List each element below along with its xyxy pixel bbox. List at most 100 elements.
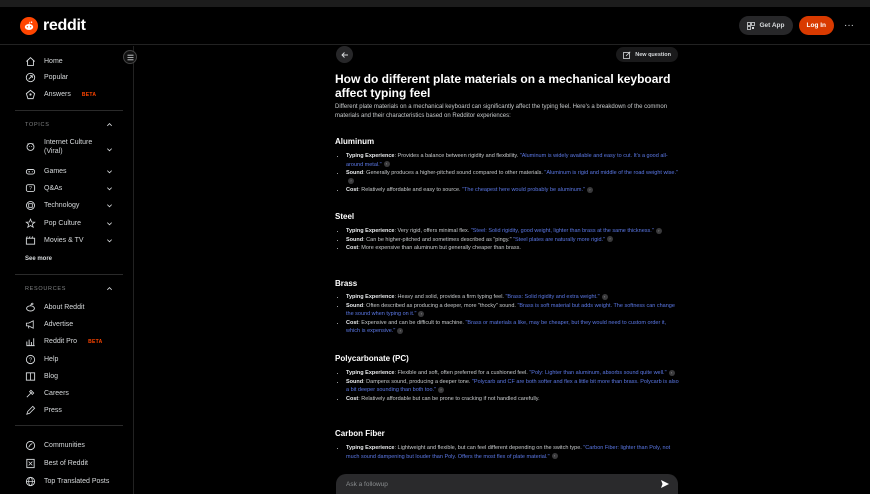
source-ref-icon[interactable]: › bbox=[383, 161, 390, 168]
quote-link[interactable]: "The cheapest here would probably be alu… bbox=[462, 187, 585, 193]
quote-link[interactable]: "Steel: Solid rigidity, good weight, lig… bbox=[471, 228, 654, 234]
new-question-button[interactable]: New question bbox=[616, 47, 678, 62]
source-ref-icon[interactable]: › bbox=[348, 178, 354, 185]
list-item: Typing Experience: Flexible and soft, of… bbox=[346, 369, 679, 378]
sidebar-item-games[interactable]: Games bbox=[25, 166, 67, 177]
material-points-list: Typing Experience: Heavy and solid, prov… bbox=[346, 293, 679, 336]
point-label: Sound bbox=[346, 170, 364, 176]
sidebar-divider bbox=[15, 110, 123, 111]
sidebar-item-movies-tv[interactable]: Movies & TV bbox=[25, 235, 84, 246]
followup-placeholder: Ask a followup bbox=[346, 480, 388, 488]
list-item: Typing Experience: Very rigid, offers mi… bbox=[346, 227, 679, 236]
hamburger-icon bbox=[127, 54, 133, 60]
chevron-down-icon[interactable] bbox=[106, 168, 113, 175]
sidebar-item-qas[interactable]: ? Q&As bbox=[25, 183, 62, 194]
reddit-logo[interactable]: reddit bbox=[20, 16, 86, 35]
sidebar-item-communities[interactable]: Communities bbox=[25, 440, 85, 451]
advertise-icon bbox=[25, 320, 34, 329]
sidebar-item-label: Top Translated Posts bbox=[44, 478, 110, 485]
material-heading: Brass bbox=[335, 279, 358, 288]
collapse-sidebar-button[interactable] bbox=[123, 50, 137, 64]
source-ref-icon[interactable]: › bbox=[668, 369, 675, 376]
point-label: Typing Experience bbox=[346, 153, 395, 159]
send-icon[interactable] bbox=[660, 479, 670, 489]
login-label: Log In bbox=[806, 22, 827, 29]
sidebar-item-about-reddit[interactable]: About Reddit bbox=[25, 302, 84, 313]
login-button[interactable]: Log In bbox=[798, 16, 834, 35]
sidebar-item-reddit-pro[interactable]: Reddit Pro BETA bbox=[25, 336, 103, 347]
top-header: reddit Get App Log In ··· bbox=[0, 7, 870, 45]
material-points-list: Typing Experience: Flexible and soft, of… bbox=[346, 369, 679, 403]
material-points-list: Typing Experience: Lightweight and flexi… bbox=[346, 444, 679, 461]
sidebar-divider bbox=[15, 274, 123, 275]
list-item: Typing Experience: Heavy and solid, prov… bbox=[346, 293, 679, 302]
see-more-link[interactable]: See more bbox=[25, 256, 52, 262]
sidebar-item-top-translated-posts[interactable]: Top Translated Posts bbox=[25, 476, 109, 487]
new-question-label: New question bbox=[635, 51, 671, 58]
chevron-down-icon[interactable] bbox=[106, 146, 113, 153]
compose-icon bbox=[623, 51, 631, 59]
chevron-down-icon[interactable] bbox=[106, 185, 113, 192]
list-item: Sound: Often described as producing a de… bbox=[346, 302, 679, 319]
sidebar-item-advertise[interactable]: Advertise bbox=[25, 319, 73, 330]
more-options-button[interactable]: ··· bbox=[840, 20, 858, 31]
back-button[interactable] bbox=[336, 46, 353, 63]
quote-link[interactable]: "Poly: Lighter than aluminum, absorbs so… bbox=[529, 370, 666, 376]
point-text: : Expensive and can be difficult to mach… bbox=[358, 319, 466, 326]
sidebar-item-popular[interactable]: Popular bbox=[25, 72, 68, 83]
source-ref-icon[interactable]: › bbox=[601, 293, 608, 300]
sidebar-item-best-of-reddit[interactable]: Best of Reddit bbox=[25, 458, 88, 469]
sidebar-item-technology[interactable]: Technology bbox=[25, 200, 79, 211]
sidebar-item-label: Internet Culture (Viral) bbox=[44, 139, 93, 155]
sidebar-item-label: Pop Culture bbox=[44, 220, 81, 227]
quote-link[interactable]: "Brass: Solid rigidity and extra weight.… bbox=[505, 294, 599, 300]
source-ref-icon[interactable]: › bbox=[397, 327, 404, 334]
movies-icon bbox=[25, 236, 36, 245]
more-icon: ··· bbox=[844, 20, 854, 31]
reddit-wordmark: reddit bbox=[43, 16, 86, 34]
point-label: Cost bbox=[346, 187, 359, 193]
followup-input[interactable]: Ask a followup bbox=[336, 474, 678, 494]
chevron-down-icon[interactable] bbox=[106, 202, 113, 209]
material-points-list: Typing Experience: Provides a balance be… bbox=[346, 152, 679, 195]
source-ref-icon[interactable]: › bbox=[586, 186, 593, 193]
reddit-pro-icon bbox=[26, 338, 35, 347]
answer-intro: Different plate materials on a mechanica… bbox=[335, 104, 668, 119]
source-ref-icon[interactable]: › bbox=[438, 386, 445, 393]
sidebar-item-help[interactable]: ? Help bbox=[25, 354, 58, 365]
sidebar-item-press[interactable]: Press bbox=[25, 405, 62, 416]
list-item: Cost: Expensive and can be difficult to … bbox=[346, 319, 679, 336]
material-points-list: Typing Experience: Very rigid, offers mi… bbox=[346, 227, 679, 253]
chevron-down-icon[interactable] bbox=[106, 220, 113, 227]
material-heading: Carbon Fiber bbox=[335, 429, 385, 438]
source-ref-icon[interactable]: › bbox=[655, 227, 662, 234]
chevron-down-icon[interactable] bbox=[106, 237, 113, 244]
sidebar-item-home[interactable]: Home bbox=[25, 56, 63, 67]
sidebar-item-label: Games bbox=[44, 168, 67, 175]
sidebar-item-label: Best of Reddit bbox=[44, 460, 88, 467]
sidebar-item-pop-culture[interactable]: Pop Culture bbox=[25, 218, 81, 229]
source-ref-icon[interactable]: › bbox=[551, 453, 558, 460]
sidebar-item-label: Advertise bbox=[44, 321, 74, 328]
qa-icon: ? bbox=[25, 184, 36, 192]
sidebar-item-label: Blog bbox=[44, 373, 59, 380]
sidebar-item-answers[interactable]: Answers BETA bbox=[25, 89, 96, 100]
quote-link[interactable]: "Steel plates are naturally more rigid." bbox=[513, 237, 605, 243]
list-item: Typing Experience: Lightweight and flexi… bbox=[346, 444, 679, 461]
chevron-up-icon[interactable] bbox=[106, 121, 113, 128]
chevron-up-icon[interactable] bbox=[106, 285, 113, 292]
sidebar-item-careers[interactable]: Careers bbox=[25, 388, 69, 399]
sidebar-item-blog[interactable]: Blog bbox=[25, 371, 58, 382]
beta-badge: BETA bbox=[88, 338, 103, 345]
sidebar-item-internet-culture[interactable]: Internet Culture (Viral) bbox=[25, 138, 102, 156]
get-app-button[interactable]: Get App bbox=[739, 16, 793, 35]
topics-section-label[interactable]: TOPICS bbox=[25, 122, 50, 128]
source-ref-icon[interactable]: › bbox=[607, 236, 614, 243]
point-text: : Very rigid, offers minimal flex. bbox=[394, 228, 471, 234]
source-ref-icon[interactable]: › bbox=[418, 310, 425, 317]
resources-section-label[interactable]: RESOURCES bbox=[25, 286, 66, 292]
sidebar-item-label: Help bbox=[44, 356, 59, 363]
home-icon bbox=[26, 57, 35, 66]
quote-link[interactable]: "Aluminum is rigid and middle of the roa… bbox=[544, 170, 678, 176]
sidebar-item-label: Careers bbox=[44, 390, 69, 397]
